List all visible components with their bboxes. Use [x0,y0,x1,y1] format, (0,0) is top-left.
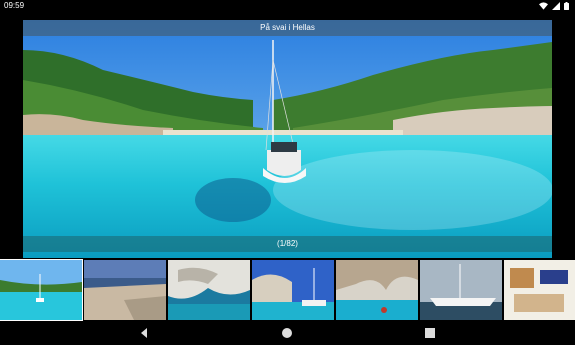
recents-icon[interactable] [424,327,436,339]
photo-counter: (1/82) [23,236,552,252]
thumbnail-5-rock-arch[interactable] [336,260,418,320]
back-icon[interactable] [138,327,150,339]
photo-viewer[interactable]: På svai i Hellas (1/82) [23,20,552,258]
thumbnail-6-sailboat[interactable] [420,260,502,320]
thumbnail-3-white-cliffs[interactable] [168,260,250,320]
photo-caption: På svai i Hellas [23,20,552,36]
wifi-icon [539,2,548,10]
status-bar: 09:59 [0,0,575,12]
home-icon[interactable] [281,327,293,339]
cell-signal-icon [552,2,560,10]
thumbnail-strip[interactable] [0,259,575,321]
thumbnail-1-bay-sailboat[interactable] [0,259,83,321]
battery-icon [564,2,569,10]
main-photo[interactable] [23,20,552,258]
thumbnail-2-harbor[interactable] [84,260,166,320]
thumbnail-7-cabin-interior[interactable] [504,260,575,320]
navigation-bar [0,321,575,345]
thumbnail-4-anchored-boats[interactable] [252,260,334,320]
status-time: 09:59 [4,1,25,10]
